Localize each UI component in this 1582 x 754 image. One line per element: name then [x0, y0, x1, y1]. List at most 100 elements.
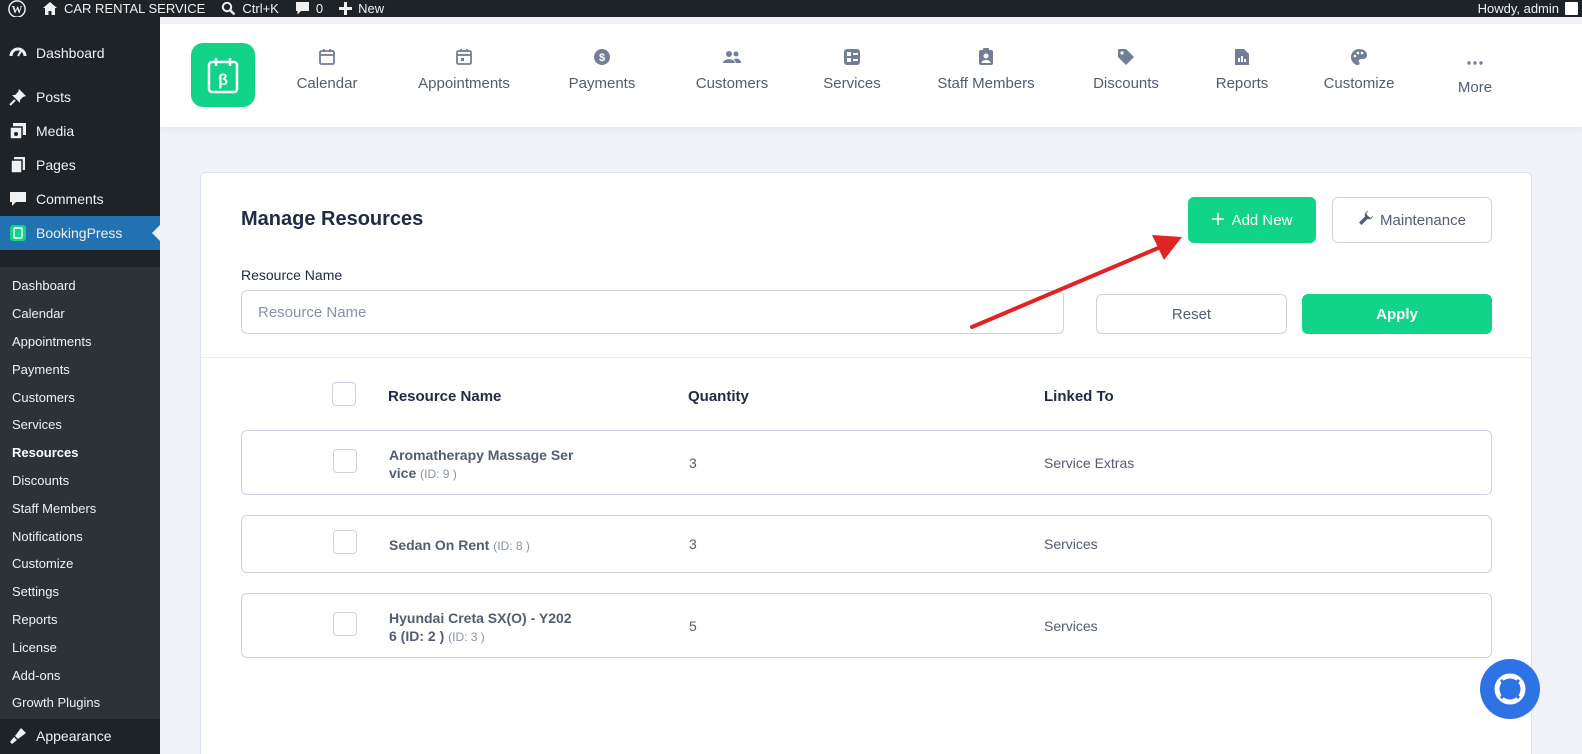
submenu-appointments[interactable]: Appointments — [0, 328, 160, 356]
menu-posts-label: Posts — [36, 89, 72, 105]
command-search[interactable]: Ctrl+K — [213, 0, 286, 17]
bookingpress-logo[interactable]: β — [191, 43, 255, 107]
menu-media[interactable]: Media — [0, 114, 160, 148]
nav-payments-label: Payments — [568, 75, 636, 92]
row-checkbox[interactable] — [333, 449, 357, 473]
nav-more[interactable]: More — [1444, 52, 1506, 96]
resource-name-line1: Hyundai Creta SX(O) - Y202 — [389, 610, 572, 626]
resource-name-line2: 6 (ID: 2 ) — [389, 628, 445, 644]
nav-staff-members[interactable]: Staff Members — [926, 46, 1046, 92]
submenu-services[interactable]: Services — [0, 411, 160, 439]
admin-bar: W CAR RENTAL SERVICE Ctrl+K 0 New Howdy,… — [0, 0, 1582, 18]
submenu-customize[interactable]: Customize — [0, 550, 160, 578]
menu-comments-label: Comments — [36, 191, 104, 207]
wordpress-icon: W — [8, 0, 26, 18]
comment-icon — [295, 1, 310, 16]
plus-icon — [339, 2, 353, 15]
pages-icon — [8, 155, 28, 175]
comments-count: 0 — [315, 1, 324, 16]
submenu-calendar[interactable]: Calendar — [0, 300, 160, 328]
resource-name-filter-label: Resource Name — [241, 267, 343, 283]
page-title: Manage Resources — [241, 208, 424, 230]
home-icon — [42, 1, 58, 16]
nav-services[interactable]: Services — [812, 46, 892, 92]
nav-appointments[interactable]: Appointments — [404, 46, 524, 92]
submenu-reports[interactable]: Reports — [0, 606, 160, 634]
nav-customers[interactable]: Customers — [682, 46, 782, 92]
avatar — [1565, 2, 1578, 15]
search-shortcut: Ctrl+K — [242, 1, 279, 16]
report-icon — [1206, 46, 1278, 68]
menu-dashboard[interactable]: Dashboard — [0, 36, 160, 70]
site-name-link[interactable]: CAR RENTAL SERVICE — [34, 0, 213, 17]
bookingpress-icon — [8, 223, 28, 243]
menu-bookingpress[interactable]: BookingPress — [0, 216, 160, 250]
table-row[interactable]: Aromatherapy Massage Ser vice (ID: 9 ) 3… — [241, 430, 1492, 495]
resource-name-line2: vice — [389, 465, 417, 481]
submenu-discounts[interactable]: Discounts — [0, 467, 160, 495]
howdy-text: Howdy, admin — [1477, 1, 1559, 16]
help-button[interactable] — [1480, 659, 1540, 719]
wordpress-logo[interactable]: W — [0, 0, 34, 18]
nav-discounts[interactable]: Discounts — [1084, 46, 1168, 92]
comments-link[interactable]: 0 — [287, 0, 331, 17]
nav-appointments-label: Appointments — [418, 75, 510, 92]
submenu-notifications[interactable]: Notifications — [0, 522, 160, 550]
submenu-payments[interactable]: Payments — [0, 355, 160, 383]
nav-payments[interactable]: $ Payments — [558, 46, 646, 92]
new-content-link[interactable]: New — [331, 0, 392, 17]
resource-name-cell: Aromatherapy Massage Ser vice (ID: 9 ) — [389, 446, 573, 483]
submenu-resources[interactable]: Resources — [0, 439, 160, 467]
submenu-dashboard[interactable]: Dashboard — [0, 272, 160, 300]
table-row[interactable]: Sedan On Rent (ID: 8 ) 3 Services — [241, 515, 1492, 573]
resource-name-input[interactable] — [241, 290, 1064, 334]
nav-reports-label: Reports — [1215, 75, 1269, 92]
add-new-button[interactable]: Add New — [1188, 197, 1316, 243]
menu-appearance-label: Appearance — [36, 728, 112, 744]
manage-resources-card: Manage Resources Add New Maintenance Res… — [200, 172, 1532, 754]
palette-icon — [1314, 46, 1404, 68]
submenu-add-ons[interactable]: Add-ons — [0, 661, 160, 689]
wrench-icon — [1358, 210, 1374, 230]
tag-icon — [1084, 46, 1168, 68]
nav-reports[interactable]: Reports — [1206, 46, 1278, 92]
linked-to-cell: Services — [1044, 618, 1098, 634]
search-icon — [221, 1, 236, 16]
nav-customers-label: Customers — [695, 75, 769, 92]
row-checkbox[interactable] — [333, 612, 357, 636]
nav-calendar[interactable]: Calendar — [286, 46, 368, 92]
reset-button[interactable]: Reset — [1096, 294, 1287, 334]
menu-appearance[interactable]: Appearance — [0, 719, 160, 753]
linked-to-cell: Service Extras — [1044, 455, 1135, 471]
submenu-license[interactable]: License — [0, 633, 160, 661]
menu-pages-label: Pages — [36, 157, 76, 173]
resource-id: (ID: 3 ) — [448, 630, 485, 644]
linked-to-cell: Services — [1044, 536, 1098, 552]
select-all-checkbox[interactable] — [332, 382, 356, 406]
menu-pages[interactable]: Pages — [0, 148, 160, 182]
submenu-staff-members[interactable]: Staff Members — [0, 494, 160, 522]
table-row[interactable]: Hyundai Creta SX(O) - Y202 6 (ID: 2 ) (I… — [241, 593, 1492, 658]
bookingpress-submenu: Dashboard Calendar Appointments Payments… — [0, 267, 160, 719]
submenu-customers[interactable]: Customers — [0, 383, 160, 411]
comment-icon — [8, 189, 28, 209]
apply-button[interactable]: Apply — [1302, 294, 1492, 334]
users-icon — [682, 46, 782, 68]
nav-more-label: More — [1457, 79, 1493, 96]
menu-comments[interactable]: Comments — [0, 182, 160, 216]
more-dots-icon — [1444, 52, 1506, 74]
site-name: CAR RENTAL SERVICE — [64, 1, 206, 16]
add-new-label: Add New — [1231, 211, 1293, 229]
nav-customize[interactable]: Customize — [1314, 46, 1404, 92]
resource-name-line1: Sedan On Rent — [389, 537, 490, 553]
menu-posts[interactable]: Posts — [0, 80, 160, 114]
maintenance-button[interactable]: Maintenance — [1332, 197, 1492, 243]
bookingpress-header: β Calendar Appointments $ Payments Custo… — [160, 24, 1582, 127]
row-checkbox[interactable] — [333, 530, 357, 554]
calendar-icon — [286, 46, 368, 68]
section-divider — [201, 357, 1531, 358]
new-label: New — [358, 1, 385, 16]
submenu-growth-plugins[interactable]: Growth Plugins — [0, 689, 160, 717]
my-account[interactable]: Howdy, admin — [1470, 0, 1582, 17]
submenu-settings[interactable]: Settings — [0, 578, 160, 606]
